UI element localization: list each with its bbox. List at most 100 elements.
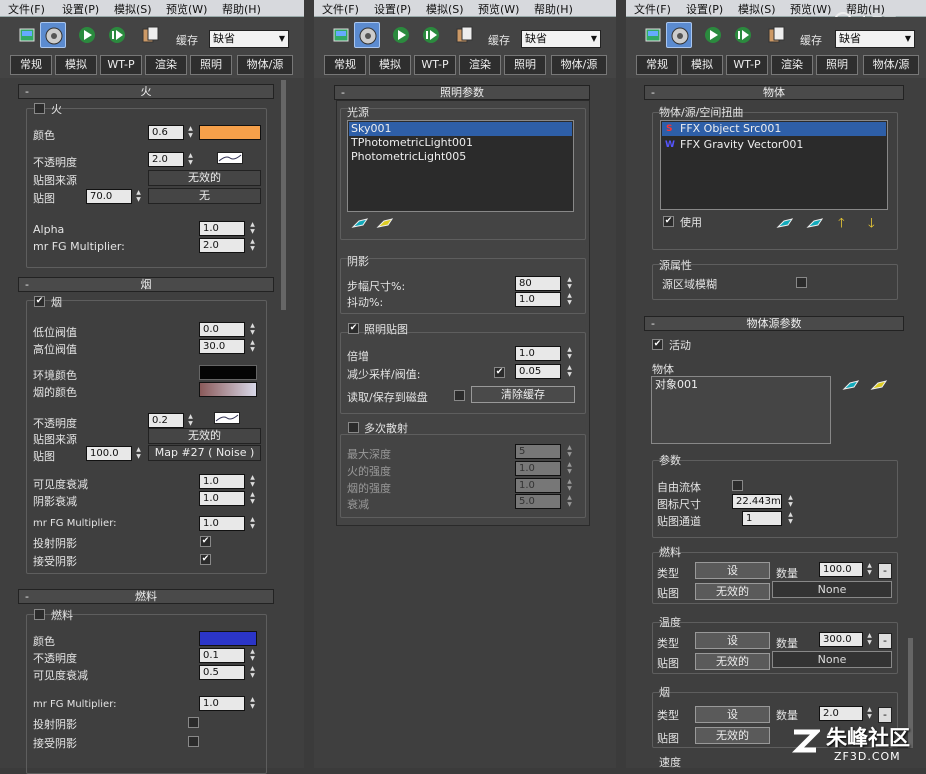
temperature-amount-spinner[interactable]: 300.0 xyxy=(819,632,863,647)
image-icon[interactable] xyxy=(328,22,354,48)
spinner-arrows-icon[interactable]: ▲ ▼ xyxy=(186,413,195,428)
tab-wtp[interactable]: WT-P xyxy=(100,55,142,75)
map-channel-spinner[interactable]: 1 xyxy=(742,511,782,526)
smoke-amount-spinner[interactable]: 2.0 xyxy=(819,706,863,721)
fire-alpha-spinner[interactable]: 1.0 xyxy=(199,221,245,236)
cache-files-icon[interactable] xyxy=(452,22,478,48)
fuel-map-invalid-button[interactable]: 无效的 xyxy=(695,583,770,600)
menu-settings[interactable]: 设置(P) xyxy=(62,1,99,17)
free-flow-checkbox[interactable] xyxy=(732,480,743,491)
tab-simulation[interactable]: 模拟 xyxy=(55,55,97,75)
spinner-arrows-icon[interactable]: ▲ ▼ xyxy=(865,562,874,577)
tab-lighting[interactable]: 照明 xyxy=(816,55,858,75)
smoke-enable-checkbox[interactable]: ✔ xyxy=(34,296,45,307)
menu-file[interactable]: 文件(F) xyxy=(634,1,671,17)
active-checkbox[interactable]: ✔ xyxy=(652,339,663,350)
object-list[interactable]: 对象001 xyxy=(651,376,831,444)
pick-icon[interactable] xyxy=(776,216,796,230)
spinner-arrows-icon[interactable]: ▲ ▼ xyxy=(786,494,795,509)
menu-help[interactable]: 帮助(H) xyxy=(222,1,261,17)
cache-dropdown[interactable]: 缺省 ▼ xyxy=(521,30,601,48)
add-list-icon[interactable] xyxy=(806,216,826,230)
fire-opacity-spinner[interactable]: 2.0 xyxy=(148,152,184,167)
source-blur-checkbox[interactable] xyxy=(796,277,807,288)
step-size-spinner[interactable]: 80 xyxy=(515,276,561,291)
fuel-minus-button[interactable]: - xyxy=(878,563,892,579)
spinner-arrows-icon[interactable]: ▲ ▼ xyxy=(565,478,574,493)
tab-lighting[interactable]: 照明 xyxy=(504,55,546,75)
smoke-map-spinner[interactable]: 100.0 xyxy=(86,446,132,461)
spinner-arrows-icon[interactable]: ▲ ▼ xyxy=(248,516,257,531)
tab-rendering[interactable]: 渲染 xyxy=(459,55,501,75)
resume-icon[interactable] xyxy=(418,22,444,48)
tab-simulation[interactable]: 模拟 xyxy=(369,55,411,75)
fuel-cast-checkbox[interactable] xyxy=(188,717,199,728)
temperature-map-invalid-button[interactable]: 无效的 xyxy=(695,653,770,670)
temperature-set-button[interactable]: 设 xyxy=(695,632,770,649)
play-icon[interactable] xyxy=(388,22,414,48)
menu-file[interactable]: 文件(F) xyxy=(322,1,359,17)
spinner-arrows-icon[interactable]: ▲ ▼ xyxy=(565,461,574,476)
spinner-arrows-icon[interactable]: ▲ ▼ xyxy=(865,706,874,721)
temperature-minus-button[interactable]: - xyxy=(878,633,892,649)
tab-simulation[interactable]: 模拟 xyxy=(681,55,723,75)
tab-lighting[interactable]: 照明 xyxy=(190,55,232,75)
tab-object-source[interactable]: 物体/源 xyxy=(237,55,293,75)
fuel-mrfg-spinner[interactable]: 1.0 xyxy=(199,696,245,711)
list-item[interactable]: PhotometricLight005 xyxy=(349,150,572,164)
fire-enable-checkbox[interactable] xyxy=(34,103,45,114)
rollout-fuel-header[interactable]: - 燃料 xyxy=(18,589,274,604)
smoke-receive-checkbox[interactable]: ✔ xyxy=(200,554,211,565)
fuel-map-none-button[interactable]: None xyxy=(772,581,892,598)
fuel-amount-spinner[interactable]: 100.0 xyxy=(819,562,863,577)
curve-icon[interactable] xyxy=(214,412,240,424)
smoke-opacity-spinner[interactable]: 0.2 xyxy=(148,413,184,428)
rollout-lighting-header[interactable]: - 照明参数 xyxy=(334,85,590,100)
spinner-arrows-icon[interactable]: ▲ ▼ xyxy=(565,292,574,307)
reduce-sampling-spinner[interactable]: 0.05 xyxy=(515,364,561,379)
cache-dropdown[interactable]: 缺省 ▼ xyxy=(835,30,915,48)
menu-simulate[interactable]: 模拟(S) xyxy=(114,1,152,17)
tab-wtp[interactable]: WT-P xyxy=(726,55,768,75)
add-list-icon[interactable] xyxy=(376,216,396,230)
spinner-arrows-icon[interactable]: ▲ ▼ xyxy=(248,665,257,680)
spinner-arrows-icon[interactable]: ▲ ▼ xyxy=(565,444,574,459)
menu-preview[interactable]: 预览(W) xyxy=(478,1,519,17)
menu-simulate[interactable]: 模拟(S) xyxy=(426,1,464,17)
add-list-icon[interactable] xyxy=(870,378,890,392)
rollout-smoke-header[interactable]: -烟 xyxy=(18,277,274,292)
temperature-map-none-button[interactable]: None xyxy=(772,651,892,668)
smoke-intensity-spinner[interactable]: 1.0 xyxy=(515,478,561,493)
resume-icon[interactable] xyxy=(730,22,756,48)
menu-settings[interactable]: 设置(P) xyxy=(374,1,411,17)
spinner-arrows-icon[interactable]: ▲ ▼ xyxy=(248,491,257,506)
settings-wheel-icon[interactable] xyxy=(354,22,380,48)
smoke-shadow-spinner[interactable]: 1.0 xyxy=(199,491,245,506)
smoke-low-spinner[interactable]: 0.0 xyxy=(199,322,245,337)
fire-color-spinner[interactable]: 0.6 xyxy=(148,125,184,140)
list-item[interactable]: Sky001 xyxy=(349,122,572,136)
spinner-arrows-icon[interactable]: ▲ ▼ xyxy=(186,152,195,167)
smoke-map-invalid-button[interactable]: 无效的 xyxy=(695,727,770,744)
smoke-color-swatch[interactable] xyxy=(199,382,257,397)
image-icon[interactable] xyxy=(640,22,666,48)
smoke-high-spinner[interactable]: 30.0 xyxy=(199,339,245,354)
spinner-arrows-icon[interactable]: ▲ ▼ xyxy=(134,189,143,204)
smoke-set-button[interactable]: 设 xyxy=(695,706,770,723)
lightmap-checkbox[interactable]: ✔ xyxy=(348,323,359,334)
icon-size-spinner[interactable]: 22.443m xyxy=(732,494,782,509)
menu-simulate[interactable]: 模拟(S) xyxy=(738,1,776,17)
tab-object-source[interactable]: 物体/源 xyxy=(551,55,607,75)
spinner-arrows-icon[interactable]: ▲ ▼ xyxy=(865,632,874,647)
clear-cache-button[interactable]: 清除缓存 xyxy=(471,386,575,403)
use-checkbox[interactable]: ✔ xyxy=(663,216,674,227)
spinner-arrows-icon[interactable]: ▲ ▼ xyxy=(186,125,195,140)
smoke-minus-button[interactable]: - xyxy=(878,707,892,723)
cache-dropdown[interactable]: 缺省 ▼ xyxy=(209,30,289,48)
spinner-arrows-icon[interactable]: ▲ ▼ xyxy=(248,339,257,354)
fire-color-swatch[interactable] xyxy=(199,125,261,140)
max-depth-spinner[interactable]: 5 xyxy=(515,444,561,459)
spinner-arrows-icon[interactable]: ▲ ▼ xyxy=(565,276,574,291)
fire-mapsource-button[interactable]: 无效的 xyxy=(148,170,261,186)
cache-files-icon[interactable] xyxy=(138,22,164,48)
